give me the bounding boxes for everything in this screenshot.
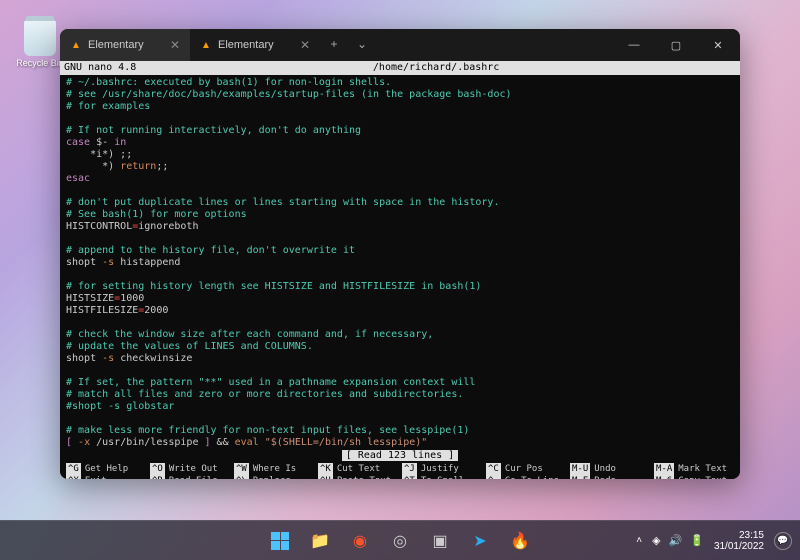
terminal-window: ▲ Elementary ✕ ▲ Elementary ✕ + ⌄ — ▢ ✕ … <box>60 29 740 479</box>
tray-chevron-icon[interactable]: ˄ <box>636 535 642 546</box>
taskbar-pinned: 📁 ◉ ◎ ▣ ➤ 🔥 <box>262 523 538 559</box>
time-label: 23:15 <box>714 530 764 541</box>
recycle-bin-label: Recycle Bin <box>15 58 65 68</box>
tab-label: Elementary <box>218 39 274 51</box>
close-button[interactable]: ✕ <box>698 30 738 60</box>
battery-icon[interactable]: 🔋 <box>690 534 704 547</box>
shortcut: ^UPaste Text <box>318 475 398 479</box>
tab-strip: ▲ Elementary ✕ ▲ Elementary ✕ + ⌄ <box>60 29 614 61</box>
shortcut: ^WWhere Is <box>234 463 314 475</box>
obs-icon[interactable]: ◎ <box>382 523 418 559</box>
taskbar[interactable]: 📁 ◉ ◎ ▣ ➤ 🔥 ˄ ◈ 🔊 🔋 23:15 31/01/2022 💬 <box>0 520 800 560</box>
shortcut: ^RRead File <box>150 475 230 479</box>
terminal-icon[interactable]: ▣ <box>422 523 458 559</box>
recycle-bin-icon <box>24 20 56 56</box>
shortcut: M-AMark Text <box>654 463 734 475</box>
close-tab-icon[interactable]: ✕ <box>170 38 180 52</box>
terminal-viewport[interactable]: GNU nano 4.8 /home/richard/.bashrc # ~/.… <box>60 61 740 479</box>
firefox-icon[interactable]: 🔥 <box>502 523 538 559</box>
window-controls: — ▢ ✕ <box>614 30 738 60</box>
tab-elementary-2[interactable]: ▲ Elementary ✕ <box>190 29 320 61</box>
shortcut: ^GGet Help <box>66 463 146 475</box>
shortcut: ^KCut Text <box>318 463 398 475</box>
notification-icon[interactable]: 💬 <box>774 532 792 550</box>
nano-status: [ Read 123 lines ] <box>66 450 734 462</box>
start-button[interactable] <box>262 523 298 559</box>
tab-label: Elementary <box>88 39 144 51</box>
recycle-bin[interactable]: Recycle Bin <box>15 20 65 68</box>
shortcut: ^_Go To Line <box>486 475 566 479</box>
shortcut: M-6Copy Text <box>654 475 734 479</box>
nano-shortcuts: ^GGet Help ^OWrite Out ^WWhere Is ^KCut Tex… <box>66 463 734 479</box>
system-tray: ˄ ◈ 🔊 🔋 23:15 31/01/2022 💬 <box>636 530 792 552</box>
date-label: 31/01/2022 <box>714 541 764 552</box>
wifi-icon[interactable]: ◈ <box>652 534 660 547</box>
telegram-icon[interactable]: ➤ <box>462 523 498 559</box>
shortcut: ^JJustify <box>402 463 482 475</box>
shortcut: ^CCur Pos <box>486 463 566 475</box>
nano-title: GNU nano 4.8 <box>64 62 136 74</box>
shortcut: ^TTo Spell <box>402 475 482 479</box>
nano-filepath: /home/richard/.bashrc <box>136 62 736 74</box>
tab-elementary-1[interactable]: ▲ Elementary ✕ <box>60 29 190 61</box>
volume-icon[interactable]: 🔊 <box>669 534 683 547</box>
shortcut: ^\Replace <box>234 475 314 479</box>
maximize-button[interactable]: ▢ <box>656 30 696 60</box>
tab-dropdown-icon[interactable]: ⌄ <box>348 29 376 59</box>
linux-icon: ▲ <box>70 39 82 51</box>
shortcut: M-ERedo <box>570 475 650 479</box>
shortcut: ^XExit <box>66 475 146 479</box>
minimize-button[interactable]: — <box>614 30 654 60</box>
clock[interactable]: 23:15 31/01/2022 <box>714 530 764 552</box>
nano-header: GNU nano 4.8 /home/richard/.bashrc <box>60 61 740 75</box>
file-content[interactable]: # ~/.bashrc: executed by bash(1) for non… <box>66 77 734 449</box>
brave-icon[interactable]: ◉ <box>342 523 378 559</box>
new-tab-button[interactable]: + <box>320 29 348 59</box>
close-tab-icon[interactable]: ✕ <box>300 38 310 52</box>
shortcut: M-UUndo <box>570 463 650 475</box>
titlebar[interactable]: ▲ Elementary ✕ ▲ Elementary ✕ + ⌄ — ▢ ✕ <box>60 29 740 61</box>
windows-logo-icon <box>271 532 289 550</box>
shortcut: ^OWrite Out <box>150 463 230 475</box>
status-badge: [ Read 123 lines ] <box>342 450 458 461</box>
file-explorer-icon[interactable]: 📁 <box>302 523 338 559</box>
linux-icon: ▲ <box>200 39 212 51</box>
